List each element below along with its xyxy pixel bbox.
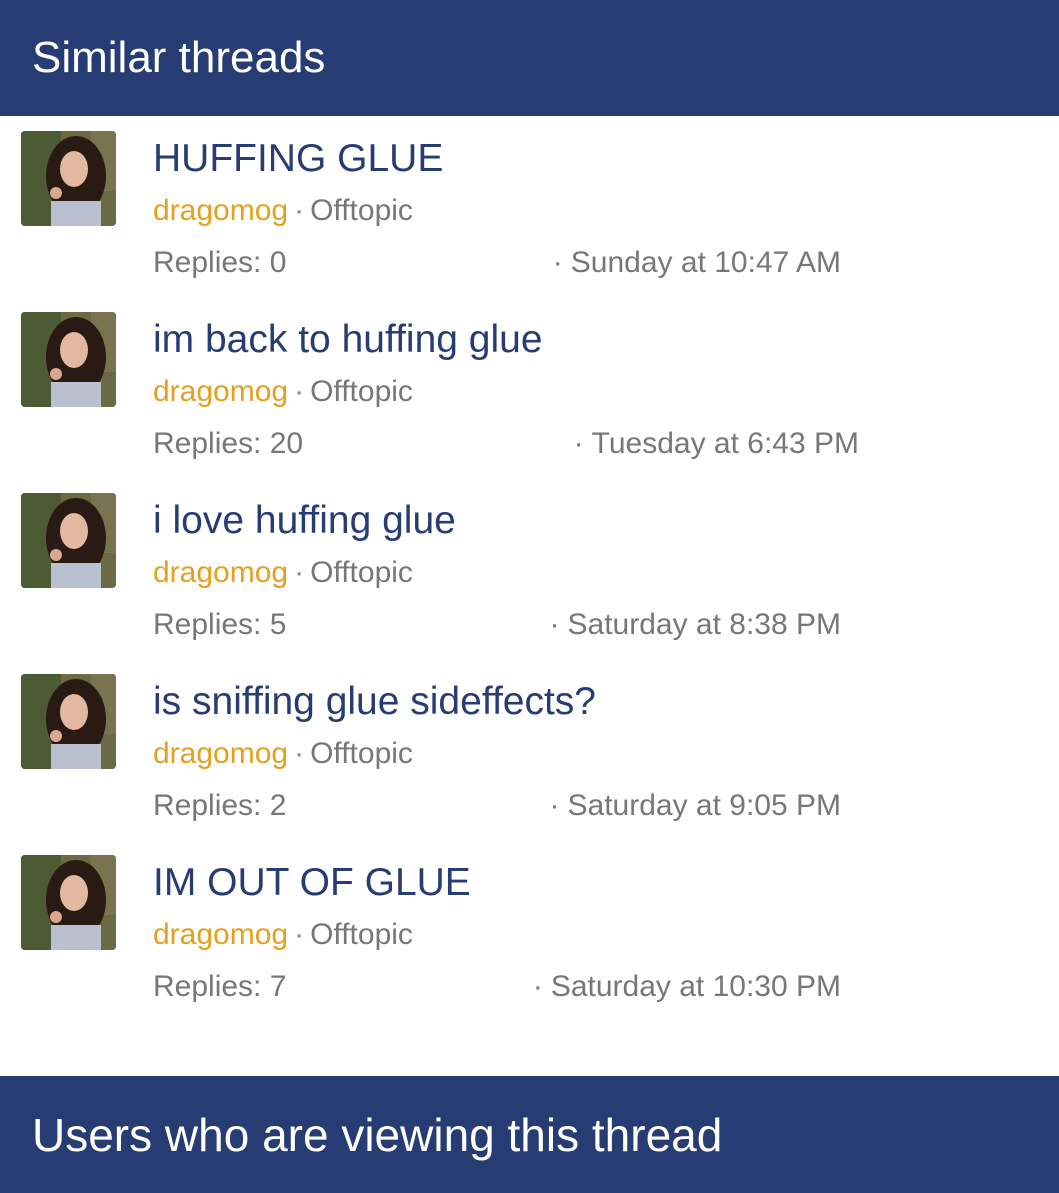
thread-date: · Sunday at 10:47 AM (553, 246, 841, 280)
thread-item: HUFFING GLUE dragomog · Offtopic Replies: … (0, 116, 1059, 297)
author-link[interactable]: dragomog (153, 918, 288, 951)
avatar-image (21, 493, 116, 588)
forum-link[interactable]: Offtopic (310, 556, 413, 589)
reply-count: Replies: 20 (153, 427, 304, 460)
avatar-image (21, 855, 116, 950)
similar-threads-list: HUFFING GLUE dragomog · Offtopic Replies: … (0, 116, 1059, 1021)
separator: · (294, 737, 305, 770)
avatar-image (21, 674, 116, 769)
thread-meta: dragomog · Offtopic (153, 194, 413, 228)
thread-date: · Saturday at 9:05 PM (550, 789, 842, 823)
reply-count: Replies: 5 (153, 608, 287, 641)
separator: · (549, 608, 560, 641)
forum-link[interactable]: Offtopic (310, 918, 413, 951)
reply-count: Replies: 0 (153, 246, 287, 279)
thread-meta: dragomog · Offtopic (153, 737, 413, 771)
author-link[interactable]: dragomog (153, 375, 288, 408)
separator: · (532, 970, 543, 1003)
separator: · (549, 789, 560, 822)
similar-threads-header: Similar threads (0, 0, 1059, 116)
similar-threads-title: Similar threads (32, 33, 326, 82)
last-post-date[interactable]: Tuesday at 6:43 PM (592, 427, 859, 460)
avatar[interactable] (21, 493, 116, 588)
last-post-date[interactable]: Saturday at 10:30 PM (551, 970, 841, 1003)
forum-link[interactable]: Offtopic (310, 194, 413, 227)
avatar[interactable] (21, 674, 116, 769)
separator: · (294, 375, 305, 408)
reply-count: Replies: 7 (153, 970, 287, 1003)
avatar[interactable] (21, 131, 116, 226)
thread-meta: dragomog · Offtopic (153, 556, 413, 590)
last-post-date[interactable]: Saturday at 8:38 PM (568, 608, 842, 641)
reply-count: Replies: 2 (153, 789, 287, 822)
thread-item: i love huffing glue dragomog · Offtopic Re… (0, 478, 1059, 659)
avatar-image (21, 131, 116, 226)
viewers-header: Users who are viewing this thread (0, 1076, 1059, 1193)
forum-link[interactable]: Offtopic (310, 737, 413, 770)
avatar[interactable] (21, 312, 116, 407)
avatar[interactable] (21, 855, 116, 950)
thread-date: · Saturday at 8:38 PM (550, 608, 842, 642)
author-link[interactable]: dragomog (153, 194, 288, 227)
thread-title-link[interactable]: im back to huffing glue (153, 317, 543, 363)
separator: · (573, 427, 584, 460)
thread-item: is sniffing glue sideffects? dragomog · Of… (0, 659, 1059, 840)
viewers-title: Users who are viewing this thread (32, 1108, 723, 1161)
last-post-date[interactable]: Saturday at 9:05 PM (568, 789, 842, 822)
separator: · (294, 918, 305, 951)
separator: · (552, 246, 563, 279)
avatar-image (21, 312, 116, 407)
thread-meta: dragomog · Offtopic (153, 375, 413, 409)
thread-title-link[interactable]: i love huffing glue (153, 498, 456, 544)
separator: · (294, 556, 305, 589)
separator: · (294, 194, 305, 227)
thread-item: im back to huffing glue dragomog · Offtopi… (0, 297, 1059, 478)
author-link[interactable]: dragomog (153, 556, 288, 589)
thread-title-link[interactable]: HUFFING GLUE (153, 136, 443, 182)
thread-title-link[interactable]: IM OUT OF GLUE (153, 860, 471, 906)
thread-date: · Saturday at 10:30 PM (533, 970, 841, 1004)
thread-meta: dragomog · Offtopic (153, 918, 413, 952)
author-link[interactable]: dragomog (153, 737, 288, 770)
thread-date: · Tuesday at 6:43 PM (574, 427, 859, 461)
last-post-date[interactable]: Sunday at 10:47 AM (571, 246, 841, 279)
thread-item: IM OUT OF GLUE dragomog · Offtopic Replies… (0, 840, 1059, 1021)
forum-link[interactable]: Offtopic (310, 375, 413, 408)
thread-title-link[interactable]: is sniffing glue sideffects? (153, 679, 596, 725)
